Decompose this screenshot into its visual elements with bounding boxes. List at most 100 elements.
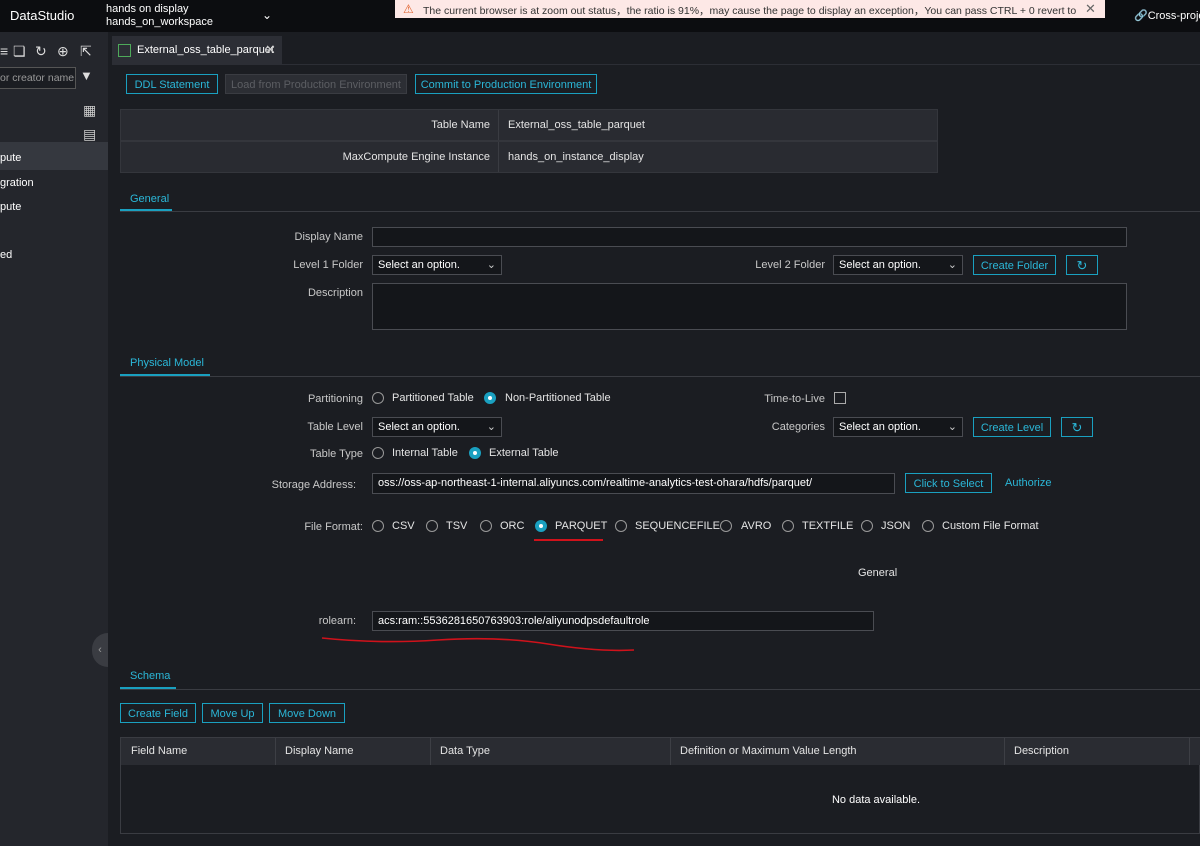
column-data-type[interactable]: Data Type xyxy=(440,745,490,757)
search-input[interactable]: or creator name xyxy=(0,67,76,89)
internal-table-radio[interactable] xyxy=(372,447,384,459)
workspace-display-name[interactable]: hands on display xyxy=(106,3,189,15)
format-sequencefile-radio[interactable] xyxy=(615,520,627,532)
table-level-select[interactable]: Select an option. ⌄ xyxy=(372,417,502,437)
format-orc-radio[interactable] xyxy=(480,520,492,532)
column-definition[interactable]: Definition or Maximum Value Length xyxy=(680,745,857,757)
format-custom-radio[interactable] xyxy=(922,520,934,532)
partitioning-label: Partitioning xyxy=(307,393,363,405)
partitioned-label: Partitioned Table xyxy=(392,392,474,404)
refresh-icon[interactable]: ↻ xyxy=(1061,417,1093,437)
divider xyxy=(120,211,1200,212)
description-textarea[interactable] xyxy=(372,283,1127,330)
format-csv-radio[interactable] xyxy=(372,520,384,532)
import-icon[interactable]: ⇱ xyxy=(80,43,92,60)
level1-folder-select[interactable]: Select an option. ⌄ xyxy=(372,255,502,275)
sidebar-item-integration[interactable]: gration xyxy=(0,177,34,189)
create-field-button[interactable]: Create Field xyxy=(120,703,196,723)
app-title: DataStudio xyxy=(10,8,75,23)
categories-value: Select an option. xyxy=(839,421,921,433)
ddl-statement-button[interactable]: DDL Statement xyxy=(126,74,218,94)
format-orc-label: ORC xyxy=(500,520,525,532)
divider xyxy=(275,738,276,765)
tab-schema[interactable]: Schema xyxy=(130,670,170,682)
format-custom-label: Custom File Format xyxy=(942,520,1039,532)
create-folder-button[interactable]: Create Folder xyxy=(973,255,1056,275)
storage-address-input[interactable]: oss://oss-ap-northeast-1-internal.aliyun… xyxy=(372,473,895,494)
annotation-underline xyxy=(321,637,635,652)
empty-state: No data available. xyxy=(831,794,921,806)
external-table-radio[interactable] xyxy=(469,447,481,459)
column-field-name[interactable]: Field Name xyxy=(131,745,187,757)
workspace-name[interactable]: hands_on_workspace xyxy=(106,16,213,28)
format-tsv-radio[interactable] xyxy=(426,520,438,532)
chart-icon[interactable]: ▤ xyxy=(83,126,96,143)
display-name-input[interactable] xyxy=(372,227,1127,247)
refresh-icon[interactable]: ↻ xyxy=(35,43,47,60)
list-icon[interactable]: ≡ xyxy=(0,43,8,59)
annotation-underline xyxy=(534,539,603,541)
table-type-label: Table Type xyxy=(309,448,363,460)
internal-table-label: Internal Table xyxy=(392,447,458,459)
new-file-icon[interactable]: ❏ xyxy=(13,43,26,60)
sidebar-item-deleted[interactable]: ed xyxy=(0,249,12,261)
tab-external-oss-table[interactable]: External_oss_table_parquet ✕ xyxy=(112,36,282,65)
close-icon[interactable]: ✕ xyxy=(1085,1,1096,17)
move-down-button[interactable]: Move Down xyxy=(269,703,345,723)
format-json-radio[interactable] xyxy=(861,520,873,532)
partitioned-radio[interactable] xyxy=(372,392,384,404)
engine-instance-label: MaxCompute Engine Instance xyxy=(342,151,490,163)
column-description[interactable]: Description xyxy=(1014,745,1069,757)
level2-folder-value: Select an option. xyxy=(839,259,921,271)
zoom-warning-banner: ⚠ The current browser is at zoom out sta… xyxy=(395,0,1105,18)
create-level-button[interactable]: Create Level xyxy=(973,417,1051,437)
ttl-label: Time-to-Live xyxy=(764,393,825,405)
locate-icon[interactable]: ⊕ xyxy=(57,43,69,60)
level1-folder-value: Select an option. xyxy=(378,259,460,271)
rolearn-input[interactable]: acs:ram::5536281650763903:role/aliyunodp… xyxy=(372,611,874,631)
click-to-select-button[interactable]: Click to Select xyxy=(905,473,992,493)
divider xyxy=(498,142,499,172)
categories-select[interactable]: Select an option. ⌄ xyxy=(833,417,963,437)
close-icon[interactable]: ✕ xyxy=(265,42,276,58)
sidebar-item-compute[interactable]: pute xyxy=(0,152,21,164)
refresh-icon[interactable]: ↻ xyxy=(1066,255,1098,275)
move-up-button[interactable]: Move Up xyxy=(202,703,263,723)
level2-folder-select[interactable]: Select an option. ⌄ xyxy=(833,255,963,275)
table-level-label: Table Level xyxy=(307,421,363,433)
divider xyxy=(1004,738,1005,765)
storage-address-label: Storage Address: xyxy=(271,479,356,491)
authorize-link[interactable]: Authorize xyxy=(1005,477,1051,489)
collapse-sidebar-handle[interactable]: ‹ xyxy=(92,633,108,667)
format-parquet-radio[interactable] xyxy=(535,520,547,532)
warning-icon: ⚠ xyxy=(403,2,414,16)
cross-project-link[interactable]: 🔗Cross-proje xyxy=(1134,9,1200,22)
ttl-checkbox[interactable] xyxy=(834,392,846,404)
chevron-down-icon[interactable]: ⌄ xyxy=(262,8,272,22)
table-name-value: External_oss_table_parquet xyxy=(508,119,645,131)
table-level-value: Select an option. xyxy=(378,421,460,433)
filter-icon[interactable]: ▼ xyxy=(80,68,93,83)
format-avro-radio[interactable] xyxy=(720,520,732,532)
engine-instance-row: MaxCompute Engine Instance hands_on_inst… xyxy=(120,141,938,173)
column-display-name[interactable]: Display Name xyxy=(285,745,353,757)
load-from-production-button[interactable]: Load from Production Environment xyxy=(225,74,407,94)
tab-general[interactable]: General xyxy=(130,193,169,205)
format-json-label: JSON xyxy=(881,520,911,532)
grid-icon[interactable]: ▦ xyxy=(83,102,96,119)
level1-folder-label: Level 1 Folder xyxy=(293,259,363,271)
format-csv-label: CSV xyxy=(392,520,415,532)
format-textfile-radio[interactable] xyxy=(782,520,794,532)
non-partitioned-radio[interactable] xyxy=(484,392,496,404)
tab-physical-model[interactable]: Physical Model xyxy=(130,357,204,369)
divider xyxy=(120,689,1200,690)
divider xyxy=(430,738,431,765)
commit-to-production-button[interactable]: Commit to Production Environment xyxy=(415,74,597,94)
cross-project-label: Cross-proje xyxy=(1147,10,1200,22)
format-avro-label: AVRO xyxy=(741,520,772,532)
sidebar-item-compute-2[interactable]: pute xyxy=(0,201,21,213)
schema-table: Field Name Display Name Data Type Defini… xyxy=(120,737,1200,834)
format-parquet-label: PARQUET xyxy=(555,520,608,532)
table-name-label: Table Name xyxy=(431,119,490,131)
non-partitioned-label: Non-Partitioned Table xyxy=(505,392,611,404)
